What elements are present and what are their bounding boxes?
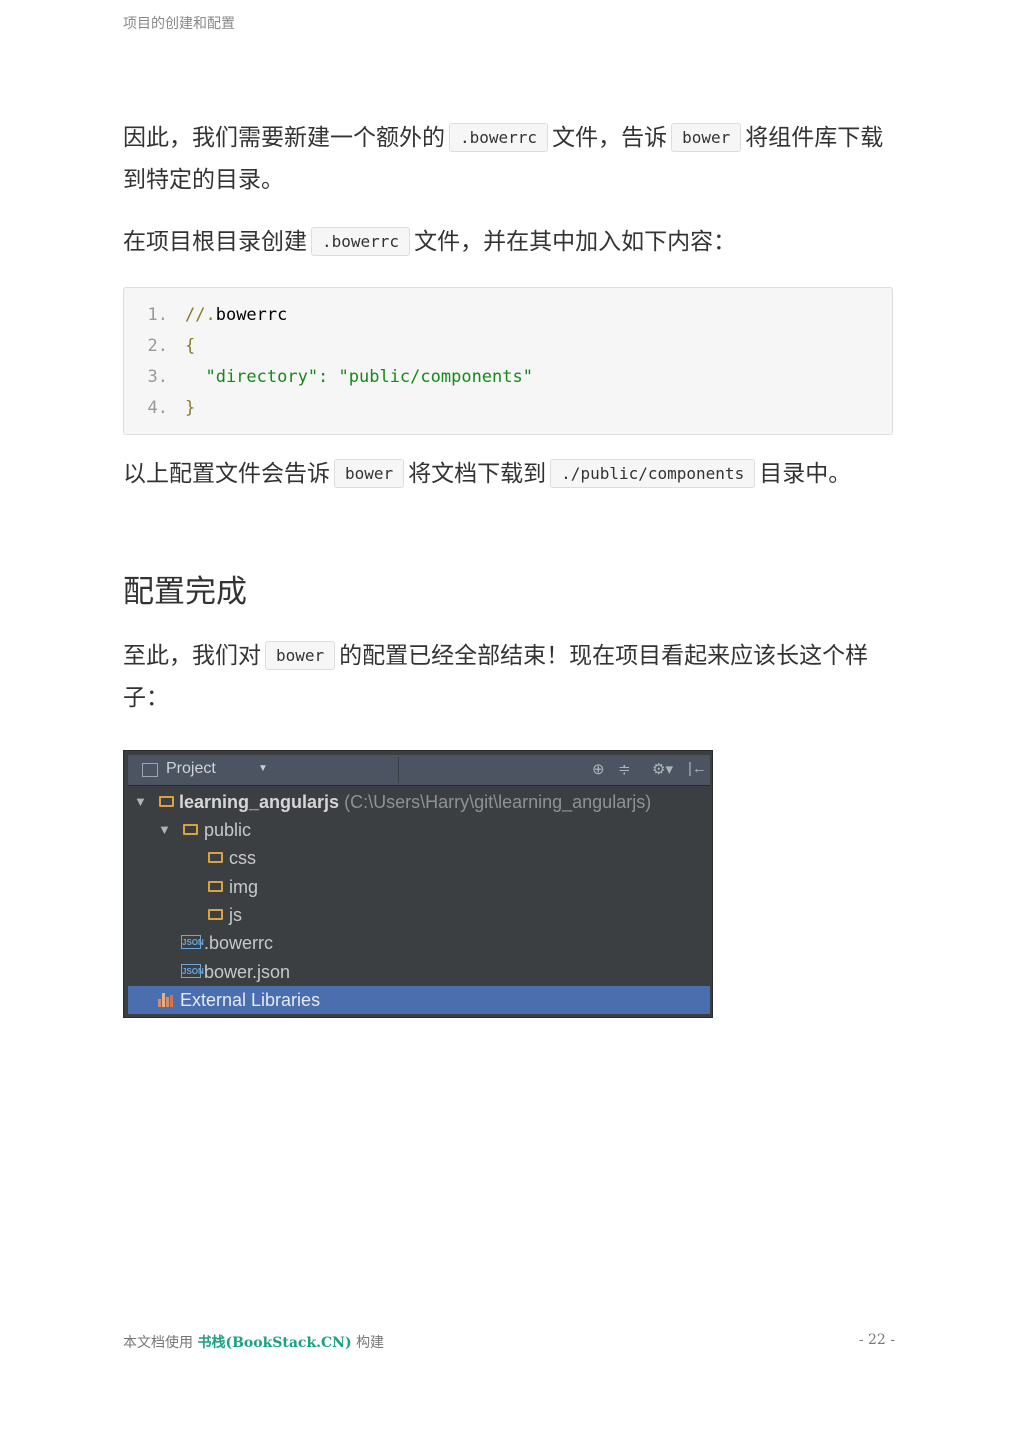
line-number: 3. — [147, 367, 168, 387]
paragraph-config-explain: 以上配置文件会告诉 bower 将文档下载到 ./public/components 目… — [123, 453, 898, 495]
project-panel-title: Project — [166, 760, 216, 777]
divider — [398, 757, 399, 783]
tree-row-css: css — [128, 844, 710, 872]
code-line: 1. //.bowerrc — [124, 300, 892, 331]
footer-text: 本文档使用 — [123, 1335, 193, 1351]
json-file-icon: JSON — [181, 935, 204, 949]
tree-label: bower.json — [204, 962, 291, 982]
tree-label: public — [204, 820, 252, 840]
text: 将文档下载到 — [408, 461, 547, 487]
paragraph-bowerrc-intro: 因此，我们需要新建一个额外的 .bowerrc 文件，告诉 bower 将组件库下载到特… — [123, 117, 898, 201]
expanded-arrow-icon: ▼ — [158, 822, 171, 837]
gear-icon: ⚙▾ — [652, 761, 673, 778]
code-token: bowerrc — [215, 305, 288, 325]
tree-label: js — [229, 905, 242, 925]
tree-label: External Libraries — [180, 990, 321, 1010]
tree-row-external-libraries: External Libraries — [128, 986, 710, 1014]
json-file-icon: JSON — [181, 964, 204, 978]
locate-icon: ⊕ — [592, 761, 605, 778]
paragraph-config-done: 至此，我们对 bower 的配置已经全部结束！现在项目看起来应该长这个样子： — [123, 635, 898, 719]
inline-code: .bowerrc — [311, 227, 411, 256]
dropdown-caret-icon: ▼ — [258, 763, 268, 774]
expanded-arrow-icon: ▼ — [134, 794, 147, 809]
line-number: 2. — [147, 336, 168, 356]
tree-label: img — [229, 877, 259, 897]
folder-icon — [183, 824, 198, 835]
footer-brand-link[interactable]: 书栈(BookStack.CN) — [197, 1335, 351, 1351]
line-number: 4. — [147, 398, 168, 418]
running-footer: 本文档使用 书栈(BookStack.CN) 构建 — [123, 1332, 384, 1352]
inline-code: bower — [334, 459, 405, 488]
text: 文件，告诉 — [552, 125, 668, 151]
tree-label: learning_angularjs (C:\Users\Harry\git\l… — [179, 788, 651, 816]
folder-icon — [159, 796, 174, 807]
code-token: { — [185, 336, 196, 356]
code-line: 4.} — [124, 393, 892, 424]
tree-label: .bowerrc — [204, 933, 274, 953]
inline-code: ./public/components — [550, 459, 756, 488]
tree-row-root: ▼ learning_angularjs (C:\Users\Harry\git… — [128, 788, 710, 816]
root-folder-path: (C:\Users\Harry\git\learning_angularjs) — [344, 792, 652, 812]
tree-row-js: js — [128, 901, 710, 929]
section-heading: 配置完成 — [123, 574, 247, 610]
text: 文件，并在其中加入如下内容： — [414, 229, 737, 255]
code-token: } — [185, 398, 196, 418]
ide-project-screenshot: Project ▼ ⊕ ≑ ⚙▾ |← ▼ learning_angularjs… — [123, 750, 713, 1018]
code-block: 1. //.bowerrc 2. { 3. "directory": "public… — [123, 287, 893, 435]
tree-row-public: ▼ public — [128, 816, 710, 844]
text: 在项目根目录创建 — [123, 229, 307, 255]
folder-icon — [208, 852, 223, 863]
collapse-all-icon: ≑ — [618, 761, 631, 778]
page-number: - 22 - — [858, 1332, 895, 1348]
inline-code: bower — [671, 123, 742, 152]
text: 至此，我们对 — [123, 643, 261, 669]
library-icon — [158, 993, 176, 1007]
tree-row-img: img — [128, 873, 710, 901]
text: 以上配置文件会告诉 — [123, 461, 330, 487]
root-folder-name: learning_angularjs — [179, 792, 340, 812]
running-header: 项目的创建和配置 — [123, 16, 235, 32]
paragraph-create-file: 在项目根目录创建 .bowerrc 文件，并在其中加入如下内容： — [123, 221, 898, 263]
folder-icon — [208, 881, 223, 892]
tree-row-bowerrc: JSON .bowerrc — [128, 929, 710, 957]
tree-label: css — [229, 848, 256, 868]
text: 因此，我们需要新建一个额外的 — [123, 125, 445, 151]
hide-panel-icon: |← — [688, 760, 707, 777]
code-token: //. — [185, 305, 216, 325]
tree-row-bower-json: JSON bower.json — [128, 958, 710, 986]
inline-code: .bowerrc — [449, 123, 549, 152]
code-line: 3. "directory": "public/components" — [124, 362, 892, 393]
ide-toolbar: Project ▼ ⊕ ≑ ⚙▾ |← — [128, 755, 710, 786]
text: 目录中。 — [759, 461, 852, 487]
line-number: 1. — [147, 305, 168, 325]
project-view-icon — [142, 763, 158, 777]
footer-text: 构建 — [356, 1335, 385, 1351]
inline-code: bower — [265, 641, 336, 670]
folder-icon — [208, 909, 223, 920]
code-token: "directory": "public/components" — [185, 367, 533, 387]
code-line: 2. { — [124, 331, 892, 362]
